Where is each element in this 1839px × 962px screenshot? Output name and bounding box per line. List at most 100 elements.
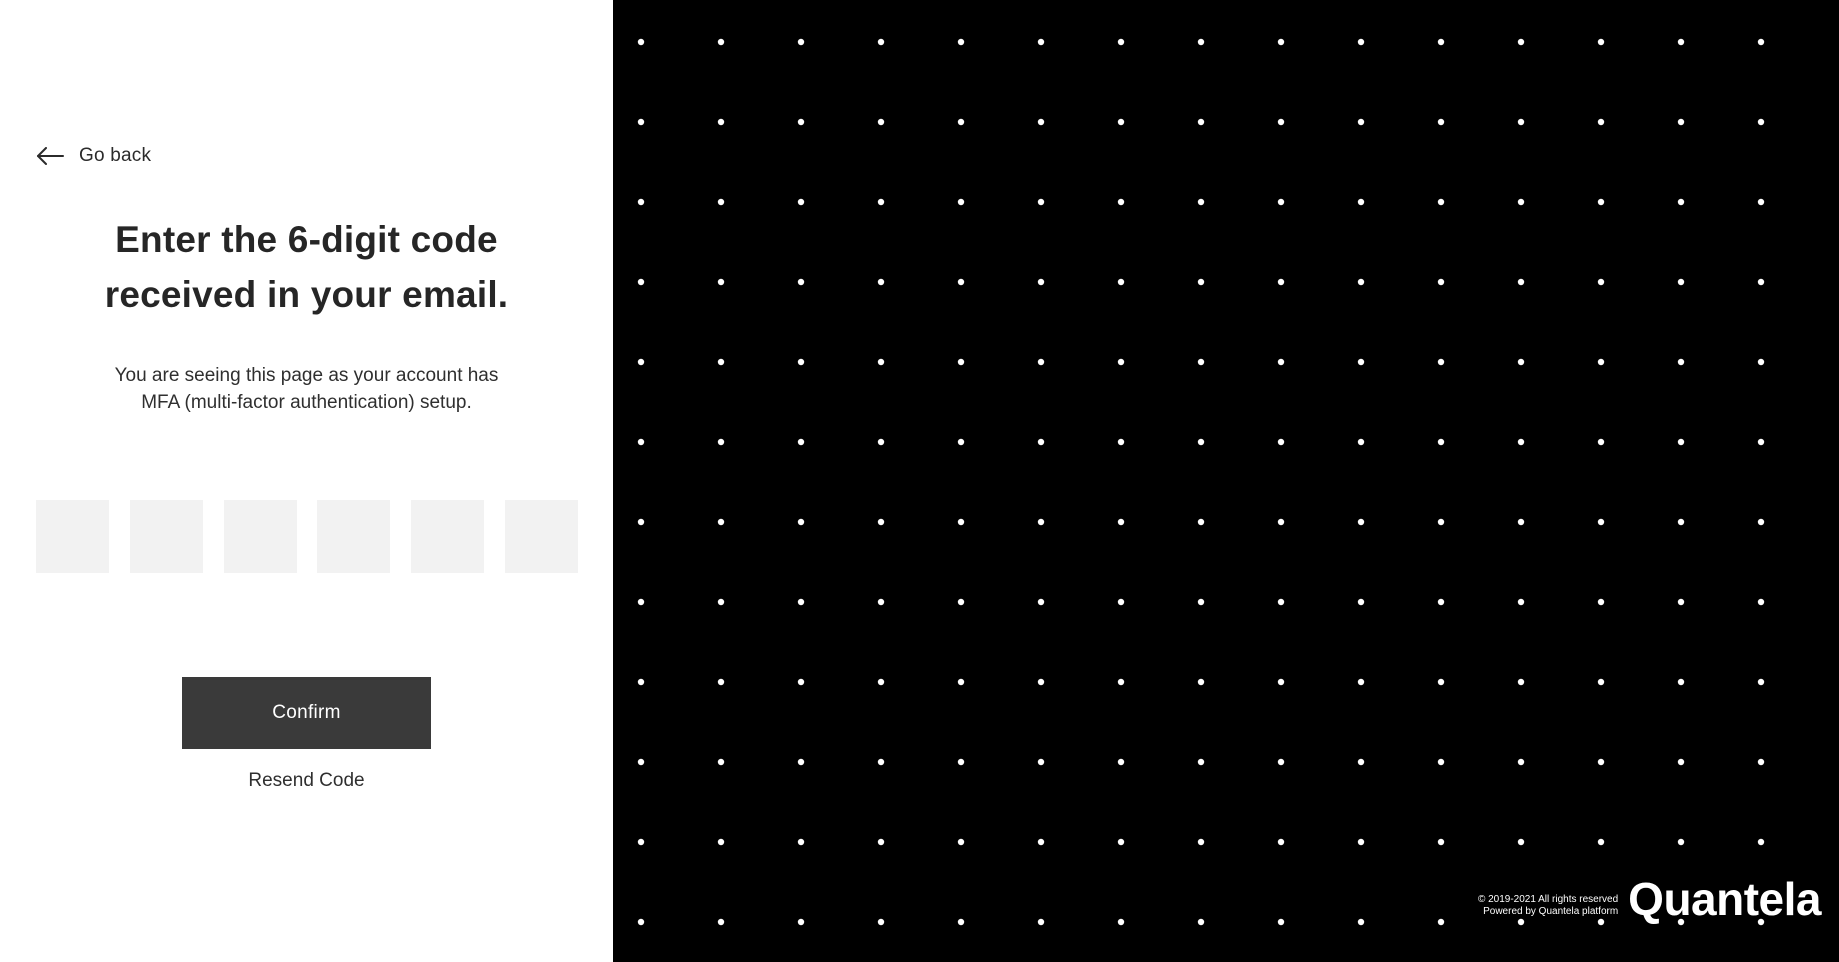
pattern-dot (1277, 838, 1285, 846)
pattern-dot (1277, 518, 1285, 526)
pattern-dot (1437, 38, 1445, 46)
pattern-dot (1517, 838, 1525, 846)
pattern-dot (1277, 198, 1285, 206)
pattern-dot (1117, 518, 1125, 526)
pattern-dot (1037, 438, 1045, 446)
pattern-dot (1197, 838, 1205, 846)
pattern-dot (1037, 38, 1045, 46)
pattern-dot (637, 278, 645, 286)
pattern-dot (637, 438, 645, 446)
pattern-dot (717, 118, 725, 126)
pattern-dot (1197, 278, 1205, 286)
pattern-dot (1277, 438, 1285, 446)
pattern-dot (1437, 358, 1445, 366)
code-digit-4-input[interactable] (317, 500, 391, 573)
pattern-dot (1677, 198, 1685, 206)
pattern-dot (1757, 198, 1765, 206)
pattern-dot (797, 358, 805, 366)
pattern-dot (1437, 758, 1445, 766)
code-digit-6-input[interactable] (504, 500, 578, 573)
pattern-dot (1517, 118, 1525, 126)
mfa-description: You are seeing this page as your account… (0, 362, 613, 416)
pattern-dot (957, 438, 965, 446)
pattern-dot (1437, 198, 1445, 206)
pattern-dot (1277, 598, 1285, 606)
left-panel: Go back Enter the 6-digit code received … (0, 0, 613, 962)
go-back-link[interactable]: Go back (36, 142, 151, 170)
pattern-dot (1197, 358, 1205, 366)
pattern-dot (1677, 518, 1685, 526)
confirm-button[interactable]: Confirm (182, 677, 431, 749)
pattern-dot (1357, 838, 1365, 846)
page-title: Enter the 6-digit code received in your … (0, 212, 613, 322)
pattern-dot (1277, 918, 1285, 926)
pattern-dot (957, 38, 965, 46)
pattern-dot (1197, 118, 1205, 126)
pattern-dot (957, 758, 965, 766)
pattern-dot (1677, 758, 1685, 766)
pattern-dot (1757, 438, 1765, 446)
pattern-dot (717, 198, 725, 206)
pattern-dot (1517, 518, 1525, 526)
pattern-dot (637, 678, 645, 686)
pattern-dot (877, 38, 885, 46)
arrow-left-icon (37, 147, 64, 165)
pattern-dot (1757, 118, 1765, 126)
mfa-verification-page: Go back Enter the 6-digit code received … (0, 0, 1839, 962)
pattern-dot (1117, 118, 1125, 126)
pattern-dot (1357, 38, 1365, 46)
code-digit-5-input[interactable] (411, 500, 485, 573)
code-digit-3-input[interactable] (223, 500, 297, 573)
pattern-dot (1597, 438, 1605, 446)
pattern-dot (1037, 118, 1045, 126)
decorative-panel: © 2019-2021 All rights reserved Powered … (613, 0, 1839, 962)
pattern-dot (1677, 278, 1685, 286)
pattern-dot (637, 118, 645, 126)
pattern-dot (1197, 918, 1205, 926)
pattern-dot (717, 278, 725, 286)
pattern-dot (1037, 598, 1045, 606)
pattern-dot (877, 358, 885, 366)
pattern-dot (1277, 38, 1285, 46)
pattern-dot (797, 198, 805, 206)
pattern-dot (877, 198, 885, 206)
pattern-dot (1597, 198, 1605, 206)
pattern-dot (1597, 758, 1605, 766)
pattern-dot (797, 598, 805, 606)
pattern-dot (957, 518, 965, 526)
pattern-dot (1277, 758, 1285, 766)
pattern-dot (1677, 678, 1685, 686)
pattern-dot (797, 918, 805, 926)
pattern-dot (797, 758, 805, 766)
pattern-dot (1117, 838, 1125, 846)
code-digit-1-input[interactable] (36, 500, 109, 573)
pattern-dot (637, 358, 645, 366)
pattern-dot (1117, 438, 1125, 446)
pattern-dot (1037, 198, 1045, 206)
pattern-dot (1037, 278, 1045, 286)
page-title-line-2: received in your email. (104, 274, 509, 315)
pattern-dot (1037, 518, 1045, 526)
code-digit-2-input[interactable] (129, 500, 203, 573)
pattern-dot (1437, 438, 1445, 446)
pattern-dot (1357, 278, 1365, 286)
pattern-dot (1277, 278, 1285, 286)
pattern-dot (797, 518, 805, 526)
pattern-dot (717, 518, 725, 526)
pattern-dot (1757, 518, 1765, 526)
pattern-dot (877, 438, 885, 446)
pattern-dot (1197, 438, 1205, 446)
pattern-dot (1357, 918, 1365, 926)
pattern-dot (1117, 198, 1125, 206)
pattern-dot (877, 278, 885, 286)
pattern-dot (717, 598, 725, 606)
pattern-dot (957, 838, 965, 846)
pattern-dot (957, 358, 965, 366)
pattern-dot (1757, 678, 1765, 686)
resend-code-link[interactable]: Resend Code (0, 770, 613, 792)
pattern-dot (1677, 438, 1685, 446)
pattern-dot (797, 278, 805, 286)
pattern-dot (1357, 518, 1365, 526)
pattern-dot (877, 518, 885, 526)
pattern-dot (957, 918, 965, 926)
